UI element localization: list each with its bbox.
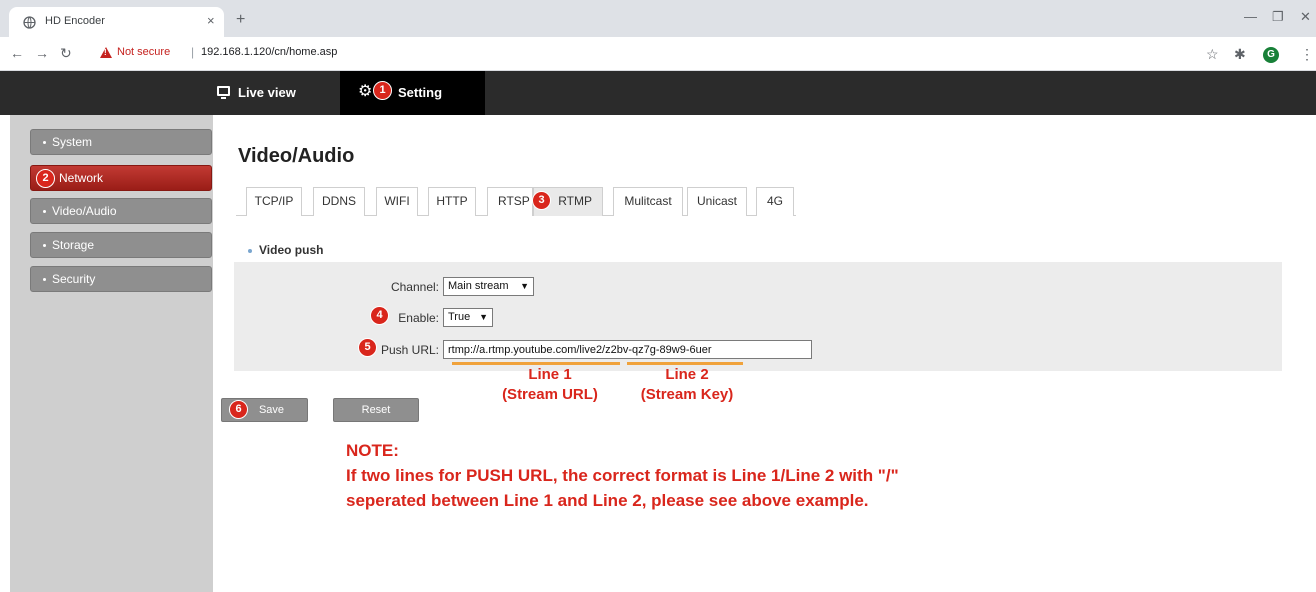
bullet-icon [248,248,252,253]
step-marker-5: 5 [358,338,377,357]
app-header: Live view ⚙ Setting [0,71,1316,115]
globe-icon [23,16,36,29]
line2-annotation-title: Line 2 [665,366,709,383]
sidebar-item-video-audio[interactable]: Video/Audio [30,198,212,224]
not-secure-label: Not secure [117,46,171,58]
browser-toolbar: ← → ↻ Not secure | 192.168.1.120/cn/home… [0,37,1316,71]
tab-mulitcast[interactable]: Mulitcast [613,187,683,216]
section-title-label: Video push [259,243,324,257]
subtab-bar: TCP/IP DDNS WIFI HTTP RTSP RTMP Mulitcas… [236,187,796,216]
nav-setting-label: Setting [398,85,443,100]
bullet-icon [43,210,46,214]
step-marker-6: 6 [229,400,248,419]
line2-annotation-sub: (Stream Key) [640,386,734,403]
sidebar-item-label: Network [59,171,104,185]
chevron-down-icon: ▼ [479,312,488,322]
sidebar-item-label: Security [52,272,96,286]
tab-rtsp[interactable]: RTSP [487,187,533,216]
section-title: Video push [248,243,323,257]
url-text[interactable]: 192.168.1.120/cn/home.asp [201,46,337,58]
gear-icon: ⚙ [358,83,373,100]
nav-setting[interactable]: ⚙ Setting [340,71,485,115]
note-line-2: seperated between Line 1 and Line 2, ple… [346,491,869,510]
enable-label: Enable: [398,311,439,325]
sidebar-item-security[interactable]: Security [30,266,212,292]
address-bar[interactable]: Not secure | 192.168.1.120/cn/home.asp [100,42,1180,66]
chevron-down-icon: ▼ [520,281,529,291]
channel-select[interactable]: Main stream ▼ [443,277,534,296]
tab-tcpip[interactable]: TCP/IP [246,187,302,216]
reload-icon[interactable]: ↻ [60,45,72,62]
monitor-icon [217,86,230,99]
nav-live-view[interactable]: Live view [203,71,336,115]
tab-wifi[interactable]: WIFI [376,187,418,216]
sidebar-item-system[interactable]: System [30,129,212,155]
line2-underline [627,362,743,365]
bullet-icon [43,141,46,145]
line1-annotation-sub: (Stream URL) [502,386,598,403]
push-url-input[interactable] [443,340,812,359]
bullet-icon [43,278,46,282]
back-arrow-icon[interactable]: ← [10,45,24,61]
tab-http[interactable]: HTTP [428,187,476,216]
minimize-icon[interactable]: — [1244,9,1257,24]
browser-tab[interactable]: HD Encoder × [9,7,224,37]
close-tab-icon[interactable]: × [207,13,215,28]
channel-label: Channel: [390,280,439,294]
enable-select-value: True [448,311,471,323]
reset-button[interactable]: Reset [333,398,419,422]
sidebar-item-label: Video/Audio [52,204,117,218]
bullet-icon [43,244,46,248]
step-marker-4: 4 [370,306,389,325]
profile-avatar[interactable]: G [1263,47,1279,63]
sidebar-item-label: Storage [52,238,95,252]
sidebar-item-storage[interactable]: Storage [30,232,212,258]
tab-title: HD Encoder [45,15,105,27]
new-tab-icon[interactable]: + [236,11,245,29]
step-marker-3: 3 [532,191,551,210]
warning-triangle-icon [100,47,112,58]
channel-select-value: Main stream [448,280,509,292]
step-marker-1: 1 [373,81,392,100]
enable-select[interactable]: True ▼ [443,308,493,327]
close-window-icon[interactable]: ✕ [1300,9,1311,25]
tab-ddns[interactable]: DDNS [313,187,365,216]
puzzle-extension-icon[interactable]: ✱ [1234,46,1246,63]
note-line-1: If two lines for PUSH URL, the correct f… [346,466,899,485]
push-url-label: Push URL: [380,343,439,357]
step-marker-2: 2 [36,169,55,188]
sidebar-item-label: System [52,135,93,149]
star-icon[interactable]: ☆ [1206,46,1219,63]
line1-annotation-title: Line 1 [528,366,572,383]
line1-underline [452,362,620,365]
menu-dots-icon[interactable]: ⋮ [1300,46,1314,63]
page-title: Video/Audio [238,145,355,167]
tab-unicast[interactable]: Unicast [687,187,747,216]
restore-icon[interactable]: ❐ [1272,9,1284,25]
note-title: NOTE: [346,441,399,460]
nav-live-view-label: Live view [238,85,296,100]
browser-tab-bar: HD Encoder × + — ❐ ✕ [0,0,1316,37]
url-separator: | [191,45,195,59]
sidebar-item-network[interactable]: Network [30,165,212,191]
forward-arrow-icon[interactable]: → [35,45,49,61]
tab-4g[interactable]: 4G [756,187,794,216]
